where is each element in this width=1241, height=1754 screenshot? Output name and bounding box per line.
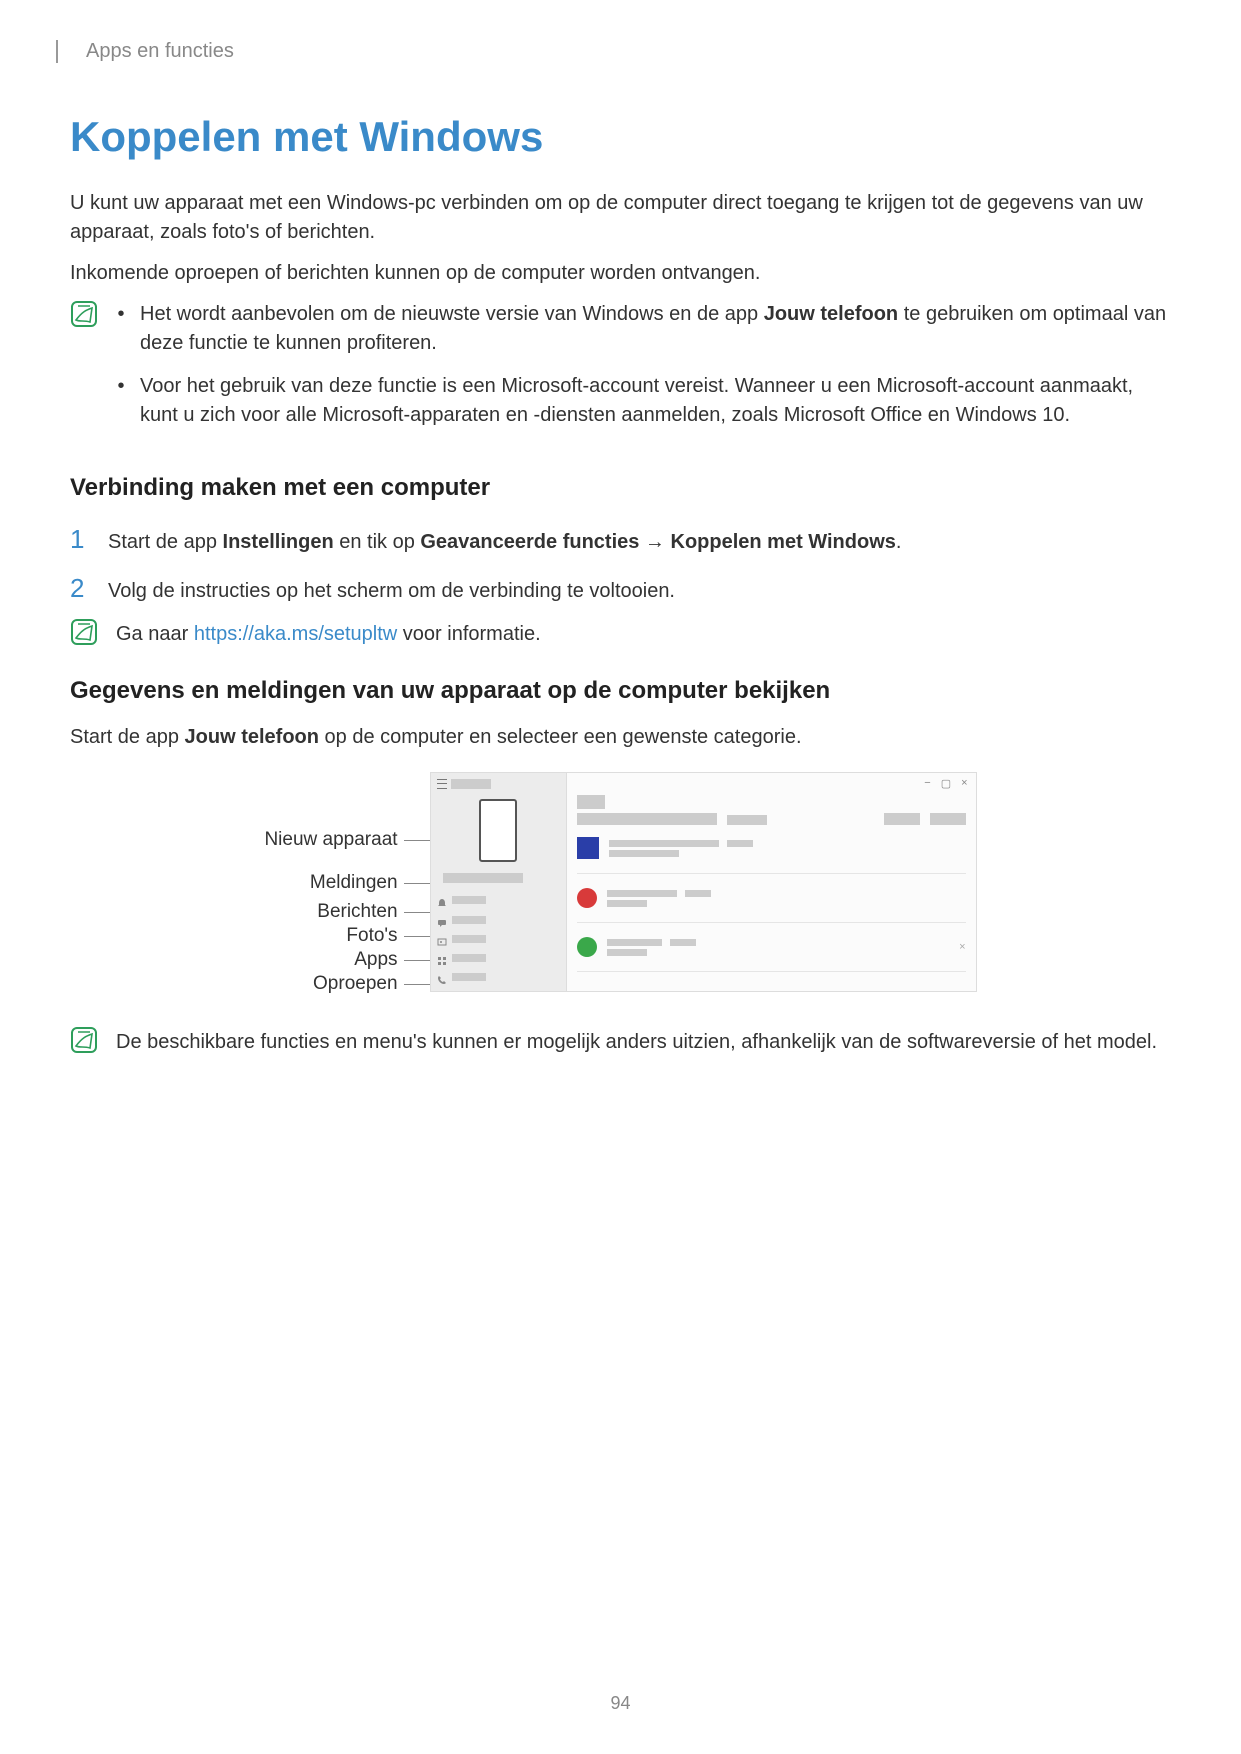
step2-text: Volg de instructies op het scherm om de … — [108, 576, 675, 606]
step-1: 1 Start de app Instellingen en tik op Ge… — [70, 520, 1171, 559]
app-sidebar — [431, 773, 567, 991]
note3-text: De beschikbare functies en menu's kunnen… — [116, 1028, 1157, 1057]
note-block-3: De beschikbare functies en menu's kunnen… — [70, 1026, 1171, 1057]
intro-paragraph-1: U kunt uw apparaat met een Windows-pc ve… — [70, 189, 1171, 247]
step1-bold-2: Geavanceerde functies — [420, 531, 639, 553]
note1-bullet-2: • Voor het gebruik van deze functie is e… — [116, 372, 1171, 430]
step1-arrow: → — [639, 531, 670, 553]
note-block-1: • Het wordt aanbevolen om de nieuwste ve… — [70, 300, 1171, 444]
step1-bold-1: Instellingen — [223, 531, 334, 553]
chat-icon — [437, 915, 447, 925]
avatar-red — [577, 888, 597, 908]
step1-bold-3: Koppelen met Windows — [671, 531, 896, 553]
page-title: Koppelen met Windows — [70, 113, 1171, 161]
minimize-icon: − — [924, 777, 930, 790]
figure-label-messages: Berichten — [317, 901, 397, 923]
menu-icon — [437, 779, 447, 789]
bell-icon — [437, 895, 447, 905]
page-number: 94 — [0, 1693, 1241, 1714]
header-bar: Apps en functies — [56, 40, 1171, 63]
note1-bullet-1: • Het wordt aanbevolen om de nieuwste ve… — [116, 300, 1171, 358]
note2-pre: Ga naar — [116, 623, 194, 645]
step-number-1: 1 — [70, 520, 92, 559]
app-window-mock: −▢ × — [430, 772, 977, 992]
note1-b2: Voor het gebruik van deze functie is een… — [140, 372, 1171, 430]
close-icon: × — [961, 777, 967, 790]
phone-icon — [479, 799, 517, 862]
note-icon — [70, 1026, 98, 1054]
maximize-icon: ▢ — [941, 777, 951, 790]
step1-text-a: Start de app — [108, 531, 223, 553]
figure-label-notifications: Meldingen — [310, 872, 398, 894]
note-icon — [70, 300, 98, 328]
grid-icon — [437, 953, 447, 963]
note1-b1-a: Het wordt aanbevolen om de nieuwste vers… — [140, 303, 764, 325]
sub2-body-a: Start de app — [70, 726, 185, 748]
figure-label-calls: Oproepen — [313, 973, 398, 995]
avatar-green — [577, 937, 597, 957]
dismiss-icon: × — [959, 941, 965, 953]
figure-label-photos: Foto's — [346, 925, 397, 947]
note2-link[interactable]: https://aka.ms/setupltw — [194, 623, 397, 645]
note2-post: voor informatie. — [397, 623, 540, 645]
step-2: 2 Volg de instructies op het scherm om d… — [70, 569, 1171, 608]
app-main: −▢ × — [567, 773, 976, 991]
note-block-2: Ga naar https://aka.ms/setupltw voor inf… — [70, 618, 1171, 649]
breadcrumb: Apps en functies — [86, 40, 234, 62]
intro-paragraph-2: Inkomende oproepen of berichten kunnen o… — [70, 259, 1171, 288]
note-icon — [70, 618, 98, 646]
sub2-body-c: op de computer en selecteer een gewenste… — [319, 726, 802, 748]
subheading-2: Gegevens en meldingen van uw apparaat op… — [70, 677, 1171, 705]
note1-b1-bold: Jouw telefoon — [764, 303, 898, 325]
figure-label-apps: Apps — [354, 949, 397, 971]
step1-text-c: en tik op — [334, 531, 421, 553]
figure-labels: Nieuw apparaat Meldingen Berichten Foto'… — [264, 772, 429, 996]
app-tile-blue — [577, 837, 599, 859]
photo-icon — [437, 934, 447, 944]
sub2-body: Start de app Jouw telefoon op de compute… — [70, 723, 1171, 752]
step-number-2: 2 — [70, 569, 92, 608]
figure-label-new-device: Nieuw apparaat — [264, 829, 397, 851]
subheading-1: Verbinding maken met een computer — [70, 474, 1171, 502]
window-controls: −▢ × — [924, 777, 967, 790]
step1-text-d: . — [896, 531, 902, 553]
figure-area: Nieuw apparaat Meldingen Berichten Foto'… — [70, 772, 1171, 996]
sub2-body-bold: Jouw telefoon — [185, 726, 319, 748]
phone-call-icon — [437, 972, 447, 982]
